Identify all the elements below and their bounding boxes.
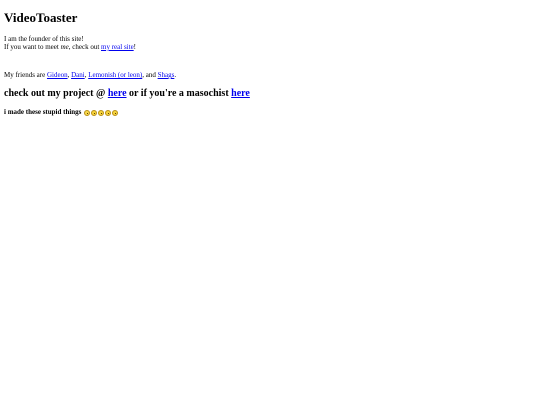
- emoji-heading: i made these stupid things: [4, 108, 536, 117]
- intro-line-2-mid: , check out: [68, 43, 102, 51]
- intro-line-2: If you want to meet me, check out my rea…: [4, 43, 536, 51]
- friend-link-dani[interactable]: Dani: [71, 71, 85, 79]
- page: VideoToaster I am the founder of this si…: [0, 0, 540, 405]
- project-link[interactable]: here: [108, 88, 127, 99]
- friends-line: My friends are Gideon, Dani, Lemonish (o…: [4, 71, 536, 79]
- friends-suffix: .: [174, 71, 177, 79]
- friend-link-shags[interactable]: Shags: [158, 71, 175, 79]
- emoji-heading-label: i made these stupid things: [4, 108, 82, 116]
- friends-separator: , and: [142, 71, 158, 79]
- intro-line-2-suffix: !: [133, 43, 137, 51]
- intro-line-2-prefix: If you want to meet: [4, 43, 61, 51]
- emoji-smug-icon[interactable]: [84, 109, 91, 116]
- emoji-row: [84, 109, 119, 116]
- friend-link-gideon[interactable]: Gideon: [47, 71, 68, 79]
- emoji-annoyed-icon[interactable]: [112, 109, 119, 116]
- project-heading: check out my project @ here or if you're…: [4, 88, 536, 100]
- intro-line-1: I am the founder of this site!: [4, 35, 84, 43]
- emoji-meh-icon[interactable]: [98, 109, 105, 116]
- page-title: VideoToaster: [4, 10, 78, 25]
- real-site-link[interactable]: my real site: [101, 43, 134, 51]
- masochist-link[interactable]: here: [231, 88, 250, 99]
- emoji-unamused-icon[interactable]: [105, 109, 112, 116]
- emoji-smirk-icon[interactable]: [91, 109, 98, 116]
- project-mid: or if you're a masochist: [126, 88, 232, 99]
- project-prefix: check out my project @: [4, 88, 108, 99]
- friend-link-lemonish[interactable]: Lemonish (or leon): [88, 71, 142, 79]
- intro-line-2-me: me: [60, 43, 69, 51]
- friends-prefix: My friends are: [4, 71, 47, 79]
